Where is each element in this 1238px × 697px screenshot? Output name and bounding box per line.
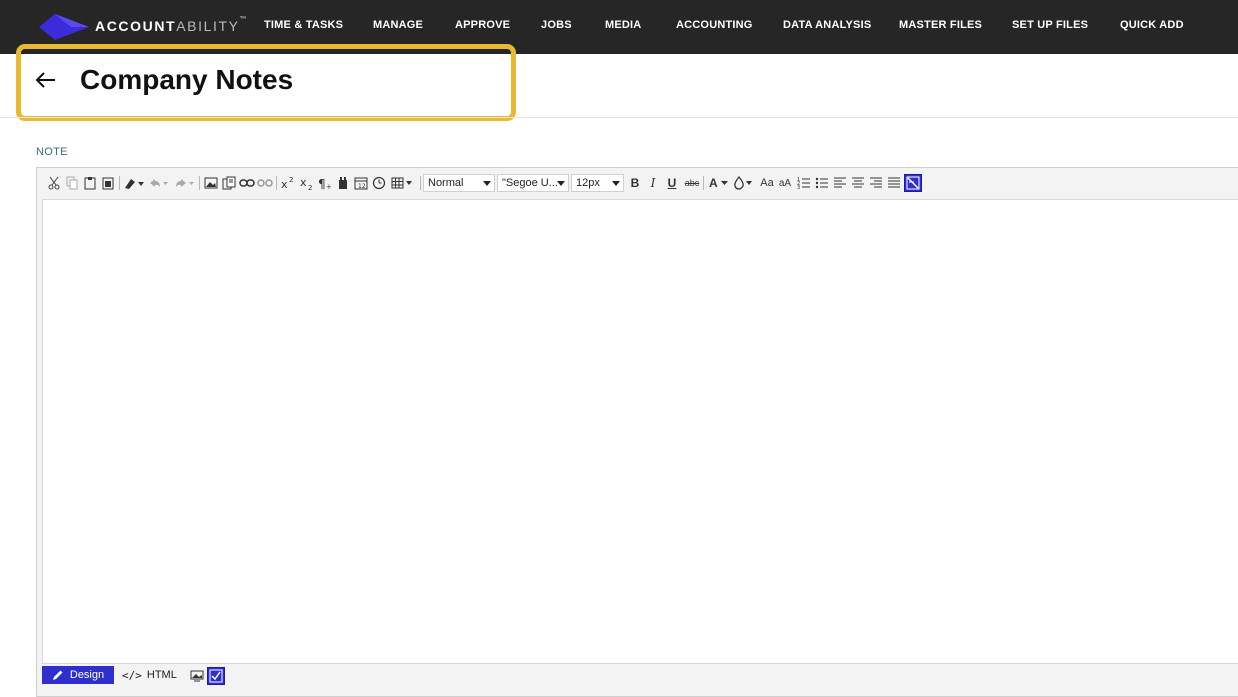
bulleted-list-icon[interactable] — [813, 174, 831, 192]
toolbar-separator — [276, 176, 277, 190]
editor-toolbar: x2 x2 ¶ + 12 Normal "Segoe U... 12px B I… — [42, 172, 1238, 194]
svg-text:x: x — [281, 178, 288, 190]
chevron-down-icon — [483, 181, 491, 186]
brand-logo[interactable]: ACCOUNTABILITY™ — [37, 11, 257, 43]
undo-icon[interactable] — [146, 174, 170, 192]
svg-text:2: 2 — [308, 184, 312, 190]
italic-button[interactable]: I — [644, 174, 662, 192]
hyperlink-icon[interactable] — [238, 174, 256, 192]
toolbar-separator — [703, 176, 704, 190]
nav-data-analysis[interactable]: DATA ANALYSIS — [783, 19, 871, 31]
back-button[interactable] — [34, 68, 60, 94]
nav-set-up-files[interactable]: SET UP FILES — [1012, 19, 1088, 31]
svg-text:2: 2 — [289, 176, 293, 184]
chevron-down-icon — [557, 181, 565, 186]
toolbar-separator — [119, 176, 120, 190]
underline-button[interactable]: U — [663, 174, 681, 192]
toolbar-separator — [199, 176, 200, 190]
paragraph-format-select[interactable]: Normal — [423, 174, 495, 192]
toggle-full-screen-icon[interactable] — [904, 174, 922, 192]
code-icon: </> — [122, 668, 142, 682]
chevron-down-icon — [720, 181, 728, 185]
nav-time-tasks[interactable]: TIME & TASKS — [264, 19, 343, 31]
align-left-icon[interactable] — [831, 174, 849, 192]
redo-icon[interactable] — [172, 174, 196, 192]
logo-mark-icon — [39, 14, 89, 40]
nav-quick-add[interactable]: QUICK ADD — [1120, 19, 1184, 31]
justify-icon[interactable] — [885, 174, 903, 192]
design-mode-tab[interactable]: Design — [42, 666, 114, 684]
chevron-down-icon — [612, 181, 620, 186]
insert-time-icon[interactable] — [370, 174, 388, 192]
bold-button[interactable]: B — [626, 174, 644, 192]
svg-text:+: + — [326, 183, 332, 190]
convert-lowercase-button[interactable]: aA — [776, 174, 794, 192]
toolbar-separator — [420, 176, 421, 190]
copy-icon[interactable] — [63, 174, 81, 192]
brand-wordmark: ACCOUNTABILITY™ — [95, 16, 247, 34]
insert-date-icon[interactable]: 12 — [352, 174, 370, 192]
note-field-label: NOTE — [36, 146, 68, 158]
svg-text:¶: ¶ — [318, 177, 326, 190]
track-changes-icon[interactable] — [207, 667, 225, 685]
nav-manage[interactable]: MANAGE — [373, 19, 423, 31]
paragraph-icon[interactable]: ¶ + — [316, 174, 334, 192]
nav-accounting[interactable]: ACCOUNTING — [676, 19, 753, 31]
insert-image-icon[interactable] — [202, 174, 220, 192]
header-divider — [0, 117, 1238, 118]
pencil-icon — [52, 670, 63, 680]
cut-icon[interactable] — [45, 174, 63, 192]
page-title: Company Notes — [80, 64, 294, 95]
svg-text:x: x — [300, 176, 307, 189]
nav-approve[interactable]: APPROVE — [455, 19, 510, 31]
convert-uppercase-button[interactable]: Aa — [758, 174, 776, 192]
nav-media[interactable]: MEDIA — [605, 19, 641, 31]
editor-mode-bar: Design </> HTML — [42, 666, 442, 686]
document-manager-icon[interactable] — [220, 174, 238, 192]
svg-text:12: 12 — [358, 183, 366, 190]
strikethrough-button[interactable]: abc — [682, 174, 702, 192]
align-right-icon[interactable] — [867, 174, 885, 192]
insert-symbol-icon[interactable] — [334, 174, 352, 192]
nav-master-files[interactable]: MASTER FILES — [899, 19, 982, 31]
unlink-icon[interactable] — [256, 174, 274, 192]
paste-icon[interactable] — [81, 174, 99, 192]
superscript-icon[interactable]: x2 — [279, 174, 297, 192]
svg-text:3: 3 — [797, 185, 800, 190]
font-color-button[interactable]: A — [706, 174, 730, 192]
numbered-list-icon[interactable]: 123 — [795, 174, 813, 192]
insert-table-icon[interactable] — [390, 174, 416, 192]
align-center-icon[interactable] — [849, 174, 867, 192]
format-stripper-icon[interactable] — [122, 174, 146, 192]
arrow-left-icon — [35, 72, 55, 88]
nav-jobs[interactable]: JOBS — [541, 19, 572, 31]
preview-mode-icon[interactable] — [188, 667, 206, 685]
font-size-select[interactable]: 12px — [571, 174, 624, 192]
rich-text-editor: x2 x2 ¶ + 12 Normal "Segoe U... 12px B I… — [36, 167, 1238, 697]
subscript-icon[interactable]: x2 — [298, 174, 316, 192]
font-name-select[interactable]: "Segoe U... — [497, 174, 569, 192]
editor-content-area[interactable] — [42, 199, 1238, 664]
html-mode-tab[interactable]: </> HTML — [122, 666, 177, 684]
highlight-color-icon[interactable] — [732, 174, 756, 192]
paste-special-icon[interactable] — [99, 174, 117, 192]
